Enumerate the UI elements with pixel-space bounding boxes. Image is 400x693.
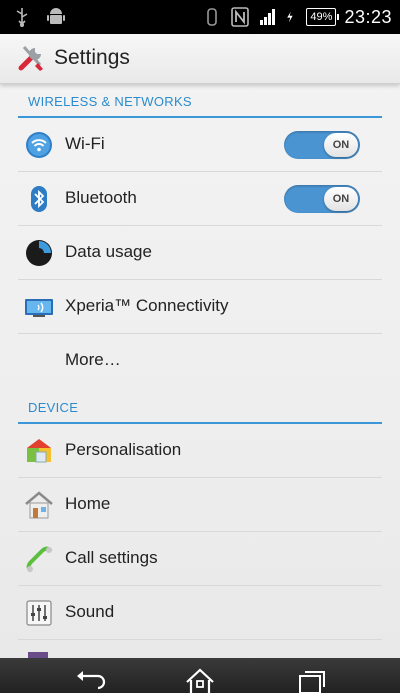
setting-label: Xperia™ Connectivity <box>65 296 229 315</box>
setting-row-data-usage[interactable]: Data usage <box>0 226 400 280</box>
setting-row-more[interactable]: More… <box>0 334 400 388</box>
bluetooth-icon <box>31 186 47 212</box>
setting-row-xperia-connectivity[interactable]: Xperia™ Connectivity <box>0 280 400 334</box>
section-title: DEVICE <box>28 400 79 415</box>
recents-icon[interactable] <box>296 668 328 693</box>
xperia-connectivity-icon <box>25 299 53 317</box>
vibrate-icon <box>207 8 218 26</box>
personalisation-icon <box>27 439 51 463</box>
signal-icon <box>260 9 276 25</box>
setting-row-bluetooth[interactable]: Bluetooth ON <box>0 172 400 226</box>
battery-indicator: 49% <box>306 8 340 26</box>
setting-label: Bluetooth <box>65 188 137 207</box>
setting-label: More… <box>65 350 121 369</box>
back-icon[interactable] <box>74 668 106 693</box>
action-bar: Settings <box>0 34 400 84</box>
navigation-bar <box>0 658 400 693</box>
settings-list: WIRELESS & NETWORKS Wi-Fi ON Bluetooth O… <box>0 84 400 658</box>
sound-icon <box>26 600 52 626</box>
setting-row-sound[interactable]: Sound <box>0 586 400 640</box>
setting-label: Call settings <box>65 548 158 567</box>
clock: 23:23 <box>344 6 392 27</box>
wifi-toggle[interactable]: ON <box>284 131 360 159</box>
charging-icon <box>287 11 294 23</box>
section-header-wireless: WIRELESS & NETWORKS <box>0 84 400 118</box>
usb-icon <box>16 8 28 27</box>
bluetooth-toggle[interactable]: ON <box>284 185 360 213</box>
tools-icon[interactable] <box>16 43 46 73</box>
android-icon <box>47 8 65 24</box>
toggle-knob: ON <box>324 187 358 211</box>
nfc-icon <box>231 7 250 27</box>
home-icon <box>25 491 53 519</box>
setting-row-personalisation[interactable]: Personalisation <box>0 424 400 478</box>
phone-icon <box>26 546 52 572</box>
page-title: Settings <box>54 46 130 69</box>
setting-label: Home <box>65 494 111 513</box>
data-usage-icon <box>26 240 52 266</box>
setting-label: Wi-Fi <box>65 134 105 153</box>
section-title: WIRELESS & NETWORKS <box>28 94 192 109</box>
setting-row-call-settings[interactable]: Call settings <box>0 532 400 586</box>
row-divider <box>18 639 382 640</box>
wifi-icon <box>26 132 52 158</box>
setting-label: Data usage <box>65 242 152 261</box>
section-header-device: DEVICE <box>0 390 400 424</box>
toggle-knob: ON <box>324 133 358 157</box>
setting-label: Personalisation <box>65 440 182 459</box>
setting-row-home[interactable]: Home <box>0 478 400 532</box>
status-bar: 49% 23:23 <box>0 0 400 34</box>
setting-label: Sound <box>65 602 115 621</box>
home-icon[interactable] <box>184 668 216 693</box>
setting-row-wifi[interactable]: Wi-Fi ON <box>0 118 400 172</box>
